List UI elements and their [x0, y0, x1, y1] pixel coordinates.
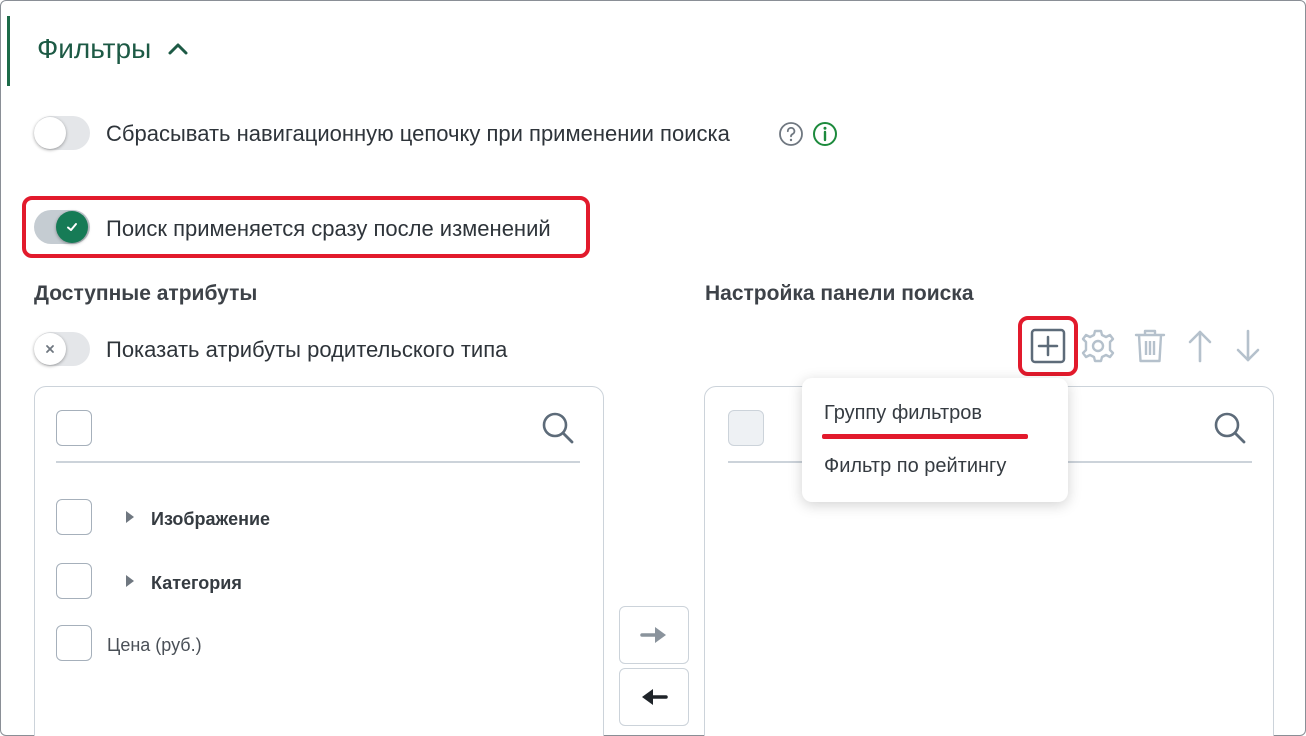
attribute-checkbox[interactable] — [56, 499, 92, 535]
attribute-checkbox[interactable] — [56, 563, 92, 599]
move-right-button[interactable] — [619, 606, 689, 664]
highlight-annotation — [22, 196, 590, 258]
arrow-down-icon[interactable] — [1228, 326, 1268, 366]
chevron-up-icon[interactable] — [165, 36, 191, 62]
menu-item-rating-filter[interactable]: Фильтр по рейтингу — [824, 455, 1006, 478]
search-divider — [56, 461, 580, 463]
filters-section-header[interactable]: Фильтры — [37, 33, 191, 65]
available-attributes-panel — [34, 386, 604, 736]
attribute-checkbox[interactable] — [56, 625, 92, 661]
attribute-label[interactable]: Изображение — [151, 509, 270, 530]
section-title: Фильтры — [37, 33, 152, 64]
highlight-annotation — [1018, 316, 1078, 376]
show-parent-attributes-toggle[interactable] — [34, 332, 90, 366]
toggle-knob — [34, 333, 66, 365]
show-parent-attributes-label: Показать атрибуты родительского типа — [106, 337, 508, 362]
caret-right-icon[interactable] — [125, 575, 135, 587]
available-attributes-heading: Доступные атрибуты — [34, 282, 258, 305]
highlight-underline — [822, 434, 1028, 439]
search-panel-heading: Настройка панели поиска — [705, 282, 974, 305]
caret-right-icon[interactable] — [125, 511, 135, 523]
search-icon[interactable] — [1212, 410, 1248, 446]
move-left-button[interactable] — [619, 668, 689, 726]
settings-icon[interactable] — [1078, 326, 1118, 366]
attribute-label[interactable]: Цена (руб.) — [107, 635, 202, 656]
search-icon[interactable] — [540, 410, 576, 446]
select-all-checkbox[interactable] — [56, 410, 92, 446]
menu-item-filter-group[interactable]: Группу фильтров — [824, 402, 982, 425]
arrow-up-icon[interactable] — [1180, 326, 1220, 366]
attribute-label[interactable]: Категория — [151, 573, 242, 594]
info-icon[interactable] — [812, 121, 838, 147]
select-all-checkbox[interactable] — [728, 410, 764, 446]
reset-breadcrumb-label: Сбрасывать навигационную цепочку при при… — [106, 121, 730, 146]
trash-icon[interactable] — [1130, 326, 1170, 366]
help-icon[interactable] — [778, 121, 804, 147]
x-icon — [46, 345, 54, 353]
add-dropdown-menu: Группу фильтров Фильтр по рейтингу — [802, 378, 1068, 502]
arrow-left-icon — [642, 689, 668, 705]
section-accent-bar — [7, 16, 10, 86]
arrow-right-icon — [640, 627, 666, 643]
toggle-knob — [34, 117, 66, 149]
reset-breadcrumb-toggle[interactable] — [34, 116, 90, 150]
